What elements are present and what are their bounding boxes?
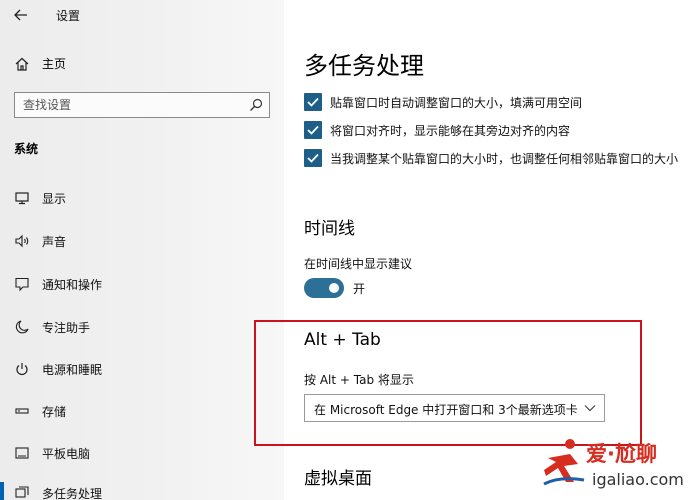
toggle-knob — [329, 283, 339, 293]
speaker-icon — [15, 234, 29, 248]
sidebar-item-home[interactable]: 主页 — [0, 48, 284, 78]
page-title: 多任务处理 — [304, 52, 424, 80]
sidebar-item-storage[interactable]: 存储 — [0, 396, 284, 426]
back-button[interactable] — [10, 4, 32, 26]
checkmark-icon — [307, 153, 319, 163]
sidebar-item-focus-assist[interactable]: 专注助手 — [0, 312, 284, 342]
watermark-url: igaliao.com — [592, 470, 684, 489]
sidebar-item-label: 电源和睡眠 — [42, 363, 103, 377]
checkbox[interactable] — [304, 149, 322, 167]
sidebar-item-label: 多任务处理 — [42, 487, 103, 500]
search-input[interactable] — [15, 93, 241, 117]
timeline-heading: 时间线 — [304, 219, 355, 239]
watermark-text: 爱·尬聊 — [586, 442, 657, 466]
sidebar-item-label: 通知和操作 — [42, 278, 103, 292]
checkbox-label: 将窗口对齐时，显示能够在其旁边对齐的内容 — [330, 124, 571, 138]
highlight-box — [254, 320, 642, 446]
timeline-toggle[interactable] — [304, 278, 344, 298]
search-icon[interactable] — [249, 98, 263, 112]
storage-icon — [15, 408, 29, 414]
checkbox[interactable] — [304, 121, 322, 139]
checkmark-icon — [307, 97, 319, 107]
monitor-icon — [15, 192, 29, 205]
multitasking-icon — [15, 486, 29, 498]
moon-icon — [15, 320, 29, 334]
sidebar-item-label: 显示 — [42, 192, 67, 206]
checkbox[interactable] — [304, 93, 322, 111]
toggle-state-label: 开 — [353, 282, 366, 296]
sidebar: 设置 主页 系统 显示 声音 通知和操作 — [0, 0, 284, 500]
sidebar-item-label: 平板电脑 — [42, 447, 91, 461]
section-title: 系统 — [14, 142, 39, 156]
snap-option-resize-adjacent[interactable]: 当我调整某个贴靠窗口的大小时，也调整任何相邻贴靠窗口的大小 — [304, 148, 700, 170]
snap-option-autosize[interactable]: 贴靠窗口时自动调整窗口的大小，填满可用空间 — [304, 92, 700, 114]
home-icon — [15, 57, 29, 71]
snap-option-show-beside[interactable]: 将窗口对齐时，显示能够在其旁边对齐的内容 — [304, 120, 700, 142]
sidebar-item-multitasking[interactable]: 多任务处理 — [0, 478, 284, 500]
sidebar-item-label: 主页 — [42, 57, 67, 71]
sidebar-item-power-sleep[interactable]: 电源和睡眠 — [0, 354, 284, 384]
power-icon — [16, 363, 28, 376]
sidebar-item-label: 声音 — [42, 235, 67, 249]
app-title: 设置 — [56, 9, 81, 23]
sidebar-item-label: 专注助手 — [42, 321, 91, 335]
virtual-desktops-heading: 虚拟桌面 — [304, 469, 372, 489]
watermark-logo-icon — [543, 439, 585, 486]
checkbox-label: 当我调整某个贴靠窗口的大小时，也调整任何相邻贴靠窗口的大小 — [330, 152, 679, 166]
sidebar-item-label: 存储 — [42, 405, 67, 419]
timeline-suggestions-label: 在时间线中显示建议 — [304, 257, 413, 271]
tablet-icon — [15, 447, 29, 459]
notification-icon — [15, 277, 29, 292]
sidebar-item-notifications[interactable]: 通知和操作 — [0, 269, 284, 299]
search-box[interactable] — [14, 92, 270, 118]
watermark: 爱·尬聊 igaliao.com — [540, 436, 698, 496]
checkmark-icon — [307, 125, 319, 135]
arrow-left-icon — [14, 9, 27, 21]
sidebar-item-display[interactable]: 显示 — [0, 183, 284, 213]
selected-indicator — [0, 482, 4, 500]
sidebar-item-tablet[interactable]: 平板电脑 — [0, 438, 284, 468]
sidebar-item-sound[interactable]: 声音 — [0, 226, 284, 256]
checkbox-label: 贴靠窗口时自动调整窗口的大小，填满可用空间 — [330, 96, 583, 110]
